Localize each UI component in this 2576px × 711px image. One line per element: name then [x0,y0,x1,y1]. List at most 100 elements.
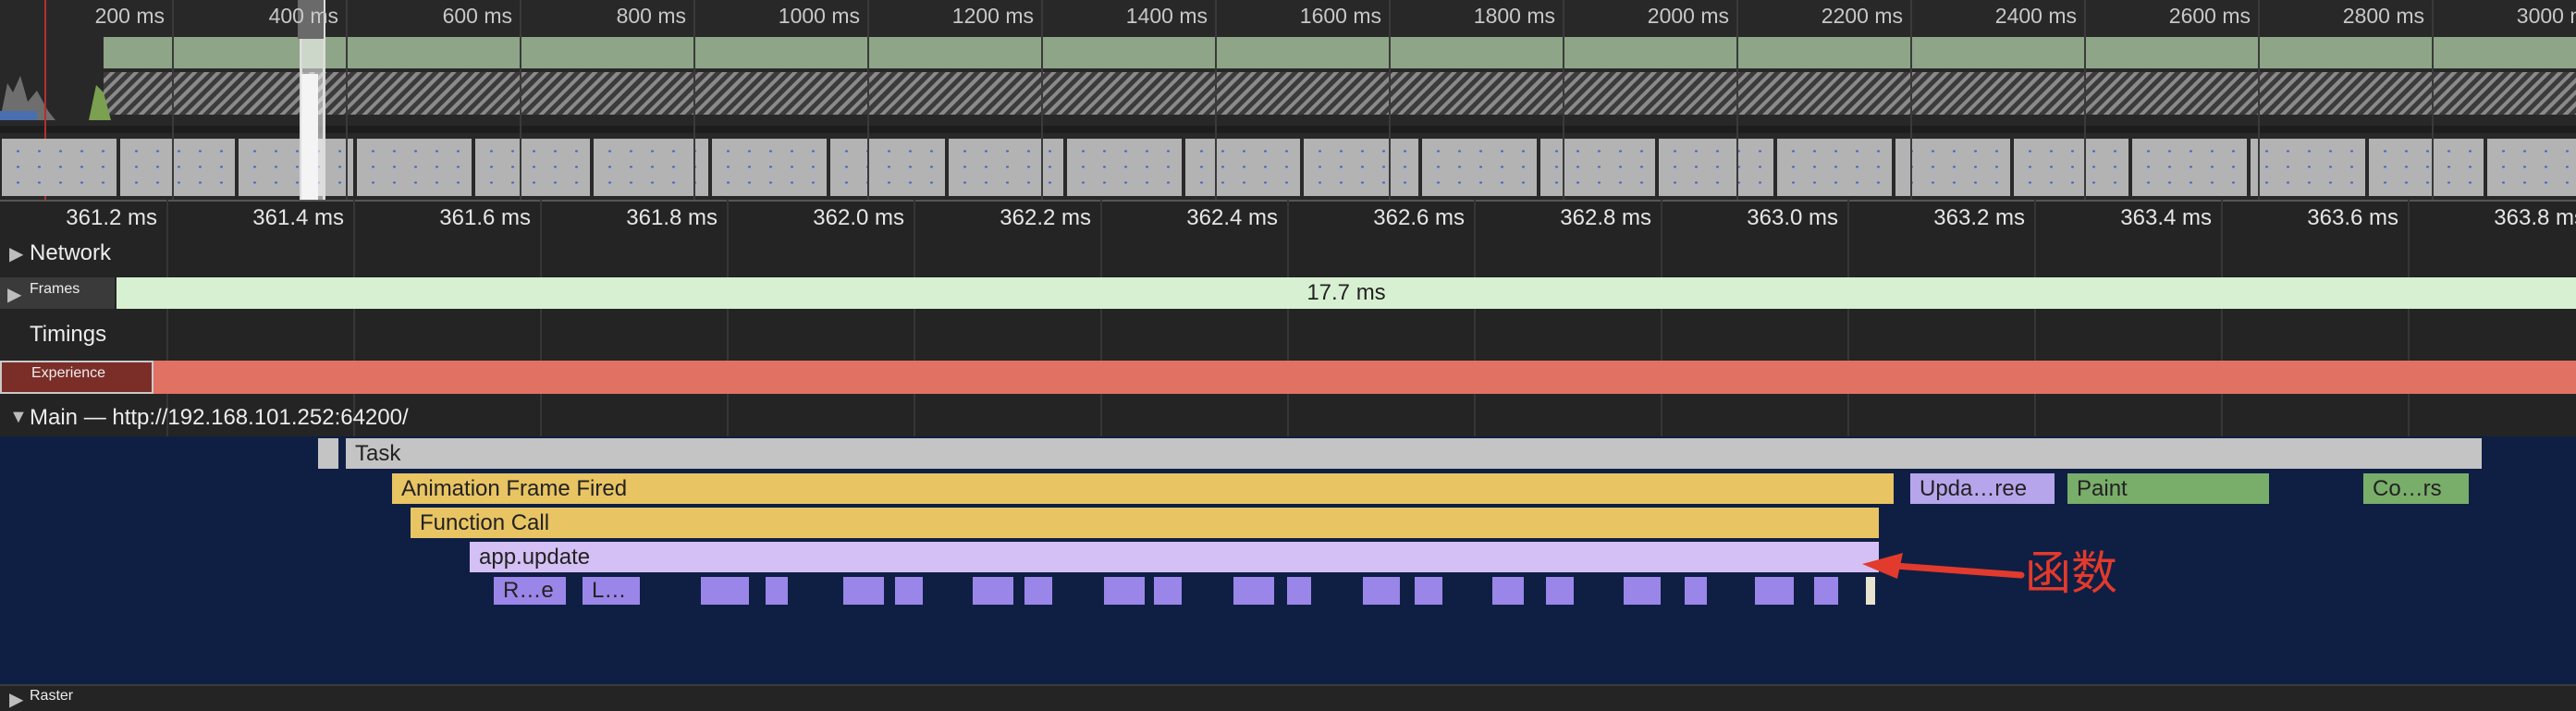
cpu-chart [104,72,2576,115]
track-title-main: Main — http://192.168.101.252:64200/ [30,405,409,430]
ruler-time-label: 362.8 ms [1560,205,1651,230]
overview-time-label: 200 ms [94,4,165,28]
update-layer-tree-block[interactable]: Upda…ree [1910,473,2055,504]
ruler-time-label: 361.2 ms [66,205,157,230]
child-block[interactable] [1415,577,1442,605]
ruler-time-label: 362.6 ms [1373,205,1465,230]
child-block[interactable] [1154,577,1182,605]
filmstrip [0,135,2576,200]
experience-layout-shift-bar[interactable] [0,361,2576,394]
filmstrip-frame[interactable] [1422,139,1539,196]
annotation-arrow [1862,553,2025,579]
child-block[interactable] [1363,577,1400,605]
overview-grid-line [1389,0,1391,200]
ruler-time-label: 363.0 ms [1747,205,1838,230]
overview-time-label: 400 ms [268,4,338,28]
overview-time-label: 1600 ms [1299,4,1381,28]
track-title-experience: Experience [31,365,106,381]
filmstrip-frame[interactable] [1659,139,1776,196]
overview-grid-line [2084,0,2086,200]
overview-grid-line [693,0,695,200]
overview-time-label: 1000 ms [778,4,860,28]
child-block[interactable] [1492,577,1524,605]
selection-window-fill [301,74,318,200]
function-call-block[interactable]: Function Call [411,508,1879,538]
filmstrip-frame[interactable] [1304,139,1421,196]
child-block[interactable] [1024,577,1052,605]
collapse-triangle-icon[interactable]: ▼ [9,407,28,428]
ruler-time-label: 362.2 ms [1000,205,1091,230]
overview-time-label: 600 ms [442,4,512,28]
filmstrip-frame[interactable] [830,139,948,196]
filmstrip-frame[interactable] [2369,139,2486,196]
track-title-raster: Raster [30,688,74,704]
filmstrip-frame[interactable] [1540,139,1658,196]
filmstrip-frame[interactable] [475,139,593,196]
app-update-block[interactable]: app.update [470,542,1879,572]
filmstrip-frame[interactable] [2251,139,2368,196]
overview-time-label: 2000 ms [1647,4,1729,28]
child-block[interactable] [1546,577,1574,605]
ruler-time-label: 363.2 ms [1933,205,2025,230]
ruler-time-label: 362.4 ms [1186,205,1278,230]
filmstrip-frame[interactable] [239,139,356,196]
filmstrip-frame[interactable] [1777,139,1895,196]
ruler-time-label: 361.4 ms [252,205,344,230]
child-block[interactable] [766,577,788,605]
overview-grid-line [867,0,869,200]
filmstrip-frame[interactable] [712,139,829,196]
track-frames-header[interactable]: ▶ Frames [0,277,115,309]
composite-layers-block[interactable]: Co…rs [2363,473,2469,504]
child-block[interactable] [1624,577,1661,605]
track-title-timings: Timings [30,322,107,347]
filmstrip-frame[interactable] [1185,139,1303,196]
ruler-time-label: 361.8 ms [626,205,718,230]
child-block[interactable] [701,577,749,605]
task-block[interactable]: Task [346,438,2482,469]
overview-grid-line [1563,0,1564,200]
filmstrip-frame[interactable] [2132,139,2250,196]
overview-time-label: 800 ms [616,4,686,28]
overview-time-label: 1400 ms [1125,4,1208,28]
child-block[interactable] [1755,577,1794,605]
overview-time-label: 2200 ms [1821,4,1903,28]
child-block[interactable] [1287,577,1311,605]
overview-time-label: 2400 ms [1994,4,2077,28]
track-raster[interactable]: ▶ Raster [0,684,2576,711]
expand-triangle-icon[interactable]: ▶ [9,242,23,265]
track-title-network: Network [30,240,112,265]
child-block[interactable] [1104,577,1145,605]
child-block-l[interactable]: L… [583,577,640,605]
overview-time-label: 1800 ms [1473,4,1555,28]
child-block[interactable] [1814,577,1838,605]
filmstrip-frame[interactable] [2014,139,2131,196]
ruler-time-label: 362.0 ms [813,205,904,230]
expand-triangle-icon[interactable]: ▶ [7,283,21,306]
child-block[interactable] [1685,577,1707,605]
frame-bar[interactable]: 17.7 ms [117,277,2576,309]
track-timings[interactable]: Timings [0,318,2576,351]
child-block[interactable] [895,577,923,605]
filmstrip-frame[interactable] [120,139,238,196]
filmstrip-frame[interactable] [949,139,1066,196]
paint-block[interactable]: Paint [2067,473,2269,504]
filmstrip-frame[interactable] [2487,139,2576,196]
expand-triangle-icon[interactable]: ▶ [9,688,23,711]
filmstrip-frame[interactable] [1067,139,1184,196]
filmstrip-frame[interactable] [1895,139,2013,196]
child-block[interactable] [843,577,884,605]
track-experience-header[interactable]: Experience [0,361,153,394]
track-main-header[interactable]: ▼ Main — http://192.168.101.252:64200/ [0,401,2576,435]
timeline-overview[interactable]: 200 ms 400 ms 600 ms 800 ms 1000 ms 1200 ms 14… [0,0,2576,200]
filmstrip-frame[interactable] [357,139,474,196]
task-block-small[interactable] [318,438,338,469]
fps-chart [104,37,2576,68]
network-overview [0,126,2576,133]
main-flame-chart[interactable]: Task Animation Frame Fired Upda…ree Pain… [0,436,2576,684]
animation-frame-fired-block[interactable]: Animation Frame Fired [392,473,1894,504]
child-block[interactable] [1233,577,1274,605]
overview-grid-line [520,0,521,200]
child-block-r[interactable]: R…e [494,577,566,605]
child-block[interactable] [973,577,1013,605]
filmstrip-frame[interactable] [2,139,119,196]
